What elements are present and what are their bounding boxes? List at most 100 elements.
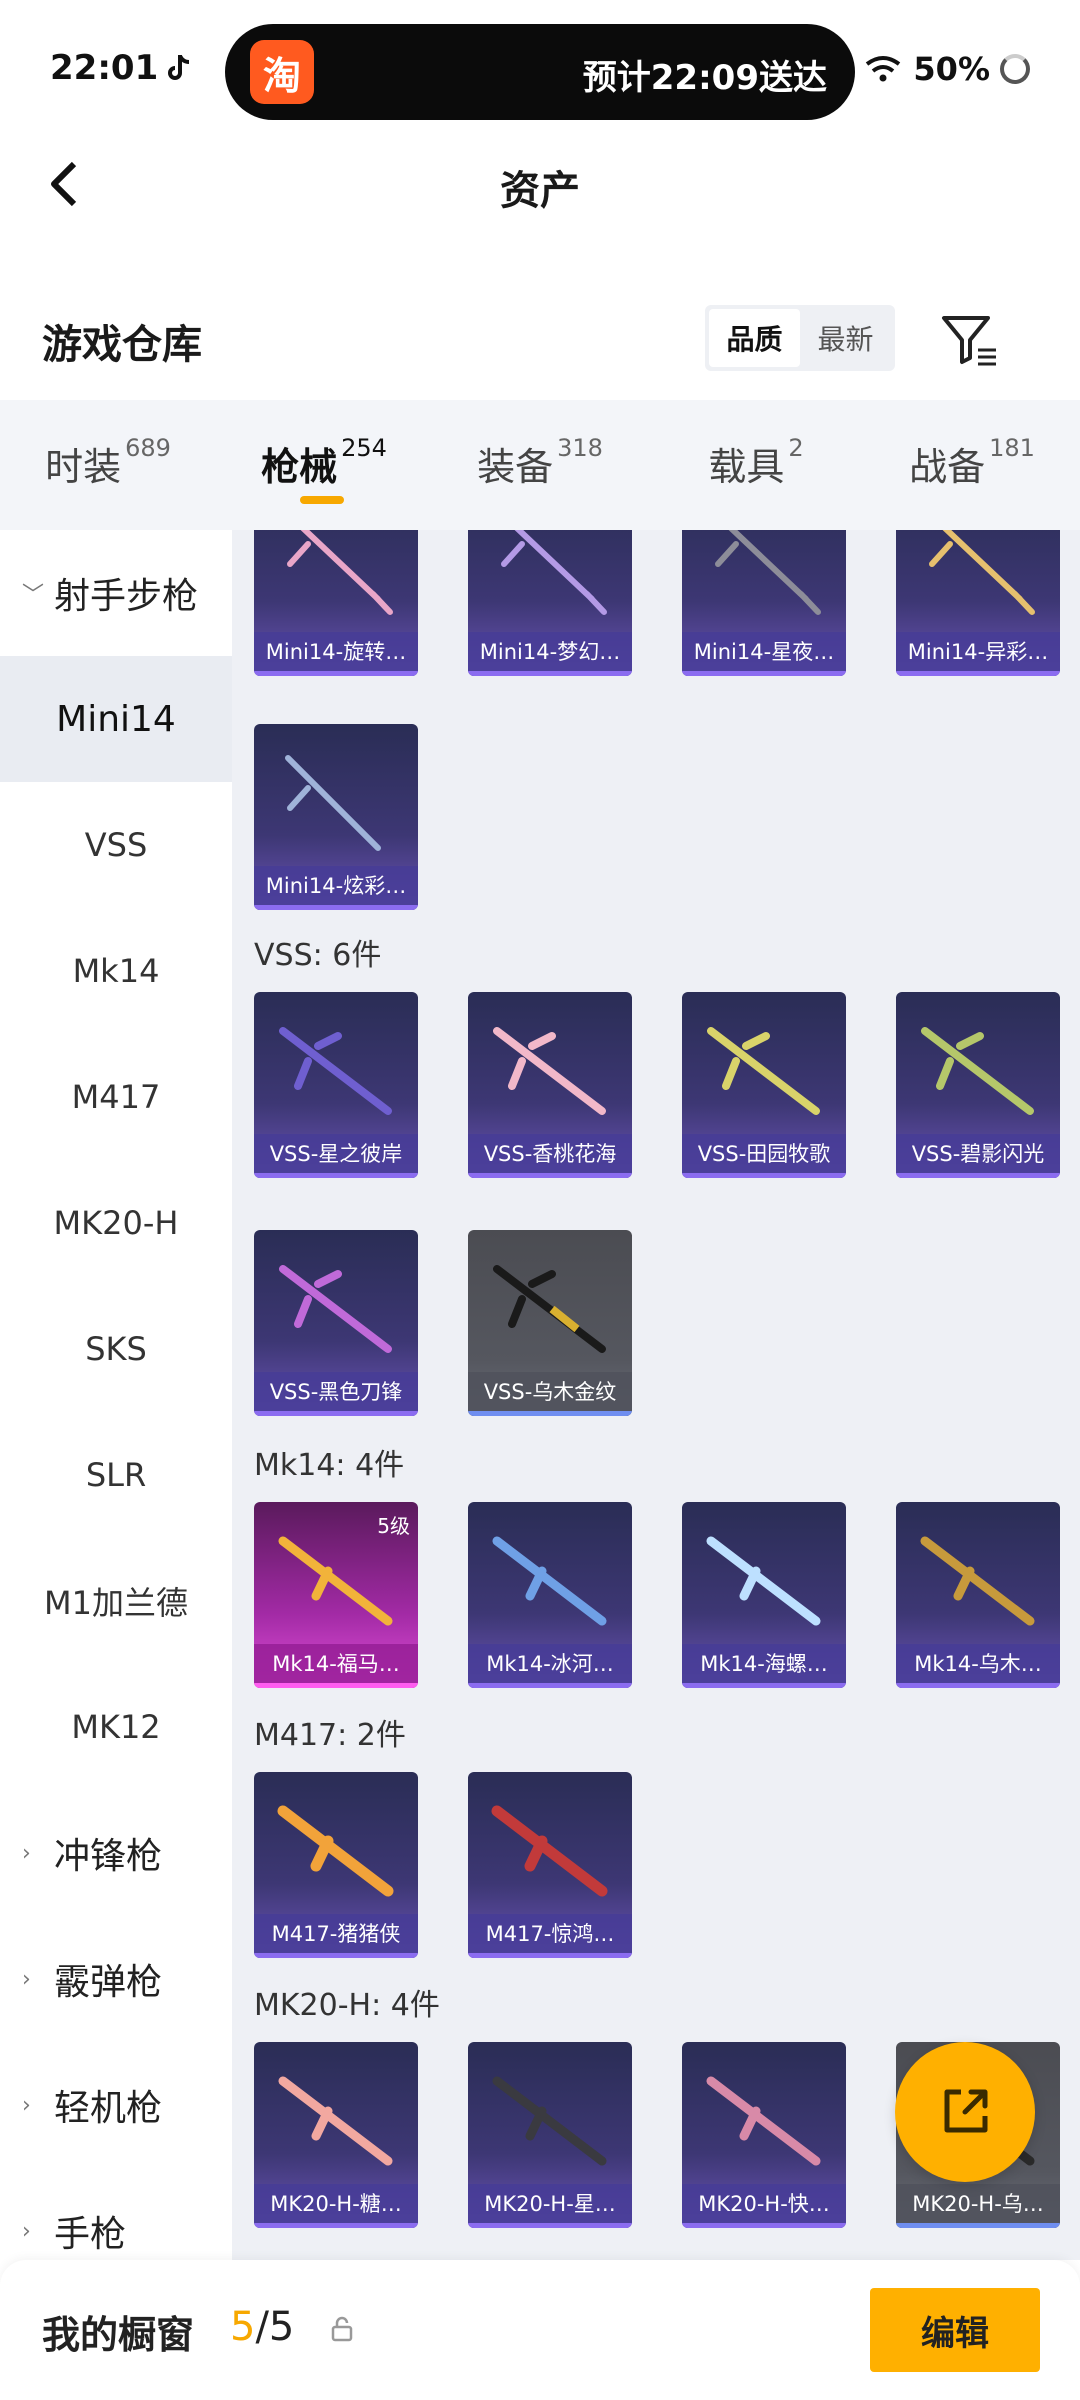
edit-button[interactable]: 编辑 xyxy=(870,2288,1040,2372)
skin-card[interactable]: MK20-H-快… xyxy=(682,2042,846,2228)
skin-name: M417-惊鸿… xyxy=(468,1914,632,1958)
skin-name: VSS-香桃花海 xyxy=(468,1134,632,1178)
sidebar-group-label: 霰弹枪 xyxy=(54,1962,163,2003)
sidebar-group-marksman[interactable]: ﹀ 射手步枪 xyxy=(0,530,232,656)
chevron-right-icon: › xyxy=(22,1840,31,1866)
sort-latest-button[interactable]: 最新 xyxy=(800,309,891,367)
skin-name: VSS-乌木金纹 xyxy=(468,1372,632,1416)
skin-name: VSS-星之彼岸 xyxy=(254,1134,418,1178)
skin-name: VSS-黑色刀锋 xyxy=(254,1372,418,1416)
skin-card[interactable]: Mk14-海螺… xyxy=(682,1502,846,1688)
skin-name: Mk14-乌木… xyxy=(896,1644,1060,1688)
rifle-icon xyxy=(279,1265,392,1353)
tab-count: 689 xyxy=(125,434,171,462)
page-title: 资产 xyxy=(500,168,580,214)
skin-card[interactable]: 5级 Mk14-福马… xyxy=(254,1502,418,1688)
sidebar-group-lmg[interactable]: › 轻机枪 xyxy=(0,2042,232,2168)
status-bar: 22:01 淘 预计22:09送达 50% xyxy=(0,0,1080,140)
share-fab[interactable] xyxy=(895,2042,1035,2182)
tab-equipment[interactable]: 装备 318 xyxy=(432,400,648,530)
warehouse-header: 游戏仓库 品质 最新 xyxy=(0,290,1080,390)
sidebar-item-vss[interactable]: VSS xyxy=(0,782,232,908)
sidebar-item-m1garand[interactable]: M1加兰德 xyxy=(0,1538,232,1664)
rifle-icon xyxy=(492,2076,607,2166)
skin-card[interactable]: Mini14-梦幻… xyxy=(468,530,632,676)
tab-supplies[interactable]: 战备 181 xyxy=(864,400,1080,530)
skin-card[interactable]: Mk14-冰河… xyxy=(468,1502,632,1688)
sidebar-group-label: 手枪 xyxy=(54,2214,127,2255)
filter-icon[interactable] xyxy=(940,312,1000,368)
sidebar-item-m417[interactable]: M417 xyxy=(0,1034,232,1160)
taobao-icon: 淘 xyxy=(250,40,314,104)
skin-card[interactable]: VSS-黑色刀锋 xyxy=(254,1230,418,1416)
skin-name: Mini14-异彩… xyxy=(896,632,1060,676)
showcase-count: 5/5 xyxy=(230,2304,294,2350)
rifle-icon xyxy=(706,2076,821,2166)
sidebar-group-label: 射手步枪 xyxy=(54,576,199,617)
skin-card[interactable]: VSS-乌木金纹 xyxy=(468,1230,632,1416)
showcase-label: 我的橱窗 xyxy=(42,2313,195,2357)
rifle-icon xyxy=(715,530,821,615)
tab-vehicles[interactable]: 载具 2 xyxy=(648,400,864,530)
chevron-right-icon: › xyxy=(22,1966,31,1992)
skin-card[interactable]: Mini14-炫彩… xyxy=(254,724,418,910)
skin-name: VSS-碧影闪光 xyxy=(896,1134,1060,1178)
section-title: M417: 2件 xyxy=(254,1718,406,1753)
rifle-icon xyxy=(929,530,1035,615)
skin-card[interactable]: VSS-碧影闪光 xyxy=(896,992,1060,1178)
skin-name: MK20-H-快… xyxy=(682,2184,846,2228)
skin-card[interactable]: VSS-田园牧歌 xyxy=(682,992,846,1178)
section-title: VSS: 6件 xyxy=(254,938,382,973)
sidebar-item-mk14[interactable]: Mk14 xyxy=(0,908,232,1034)
sidebar-item-mk20h[interactable]: MK20-H xyxy=(0,1160,232,1286)
sidebar-group-smg[interactable]: › 冲锋枪 xyxy=(0,1790,232,1916)
level-badge: 5级 xyxy=(377,1514,410,1538)
tab-label: 时装 xyxy=(45,445,122,489)
showcase-total: /5 xyxy=(255,2304,295,2350)
skin-name: Mini14-星夜… xyxy=(682,632,846,676)
skin-card[interactable]: MK20-H-星… xyxy=(468,2042,632,2228)
skin-card[interactable]: Mini14-异彩… xyxy=(896,530,1060,676)
sidebar-group-shotgun[interactable]: › 霰弹枪 xyxy=(0,1916,232,2042)
skin-name: Mini14-炫彩… xyxy=(254,866,418,910)
skin-name: Mk14-福马… xyxy=(254,1644,418,1688)
sidebar-item-sks[interactable]: SKS xyxy=(0,1286,232,1412)
tab-guns[interactable]: 枪械 254 xyxy=(216,400,432,530)
page-header: 资产 xyxy=(0,140,1080,230)
rifle-icon xyxy=(278,2076,393,2166)
rifle-icon xyxy=(492,1536,607,1626)
skin-card[interactable]: Mini14-星夜… xyxy=(682,530,846,676)
tab-count: 2 xyxy=(788,434,804,462)
rifle-icon xyxy=(921,1027,1034,1115)
delivery-text: 预计22:09送达 xyxy=(582,58,827,98)
skin-card[interactable]: Mk14-乌木… xyxy=(896,1502,1060,1688)
battery-percent: 50% xyxy=(913,50,990,88)
tab-label: 战备 xyxy=(909,445,986,489)
sort-quality-button[interactable]: 品质 xyxy=(709,309,800,367)
skin-card[interactable]: MK20-H-糖… xyxy=(254,2042,418,2228)
tab-label: 装备 xyxy=(477,445,554,489)
sidebar-item-mk12[interactable]: MK12 xyxy=(0,1664,232,1790)
skin-name: Mk14-冰河… xyxy=(468,1644,632,1688)
rifle-icon xyxy=(491,1805,608,1897)
skin-name: Mini14-旋转… xyxy=(254,632,418,676)
skin-name: MK20-H-糖… xyxy=(254,2184,418,2228)
rifle-icon xyxy=(706,1536,821,1626)
skin-card[interactable]: Mini14-旋转… xyxy=(254,530,418,676)
skin-card[interactable]: M417-猪猪侠 xyxy=(254,1772,418,1958)
active-tab-indicator xyxy=(300,496,344,504)
skin-card[interactable]: M417-惊鸿… xyxy=(468,1772,632,1958)
sidebar-item-mini14[interactable]: Mini14 xyxy=(0,656,232,782)
showcase-current: 5 xyxy=(230,2304,256,2350)
chevron-right-icon: › xyxy=(22,2092,31,2118)
tab-label: 枪械 xyxy=(261,445,338,489)
tab-fashion[interactable]: 时装 689 xyxy=(0,400,216,530)
tab-count: 181 xyxy=(989,434,1035,462)
live-activity-pill[interactable]: 淘 预计22:09送达 xyxy=(225,24,855,120)
skin-card[interactable]: VSS-香桃花海 xyxy=(468,992,632,1178)
rifle-icon xyxy=(277,1805,394,1897)
sidebar-item-slr[interactable]: SLR xyxy=(0,1412,232,1538)
skin-card[interactable]: VSS-星之彼岸 xyxy=(254,992,418,1178)
sidebar-group-pistol[interactable]: › 手枪 xyxy=(0,2168,232,2260)
rifle-icon xyxy=(493,1265,606,1353)
